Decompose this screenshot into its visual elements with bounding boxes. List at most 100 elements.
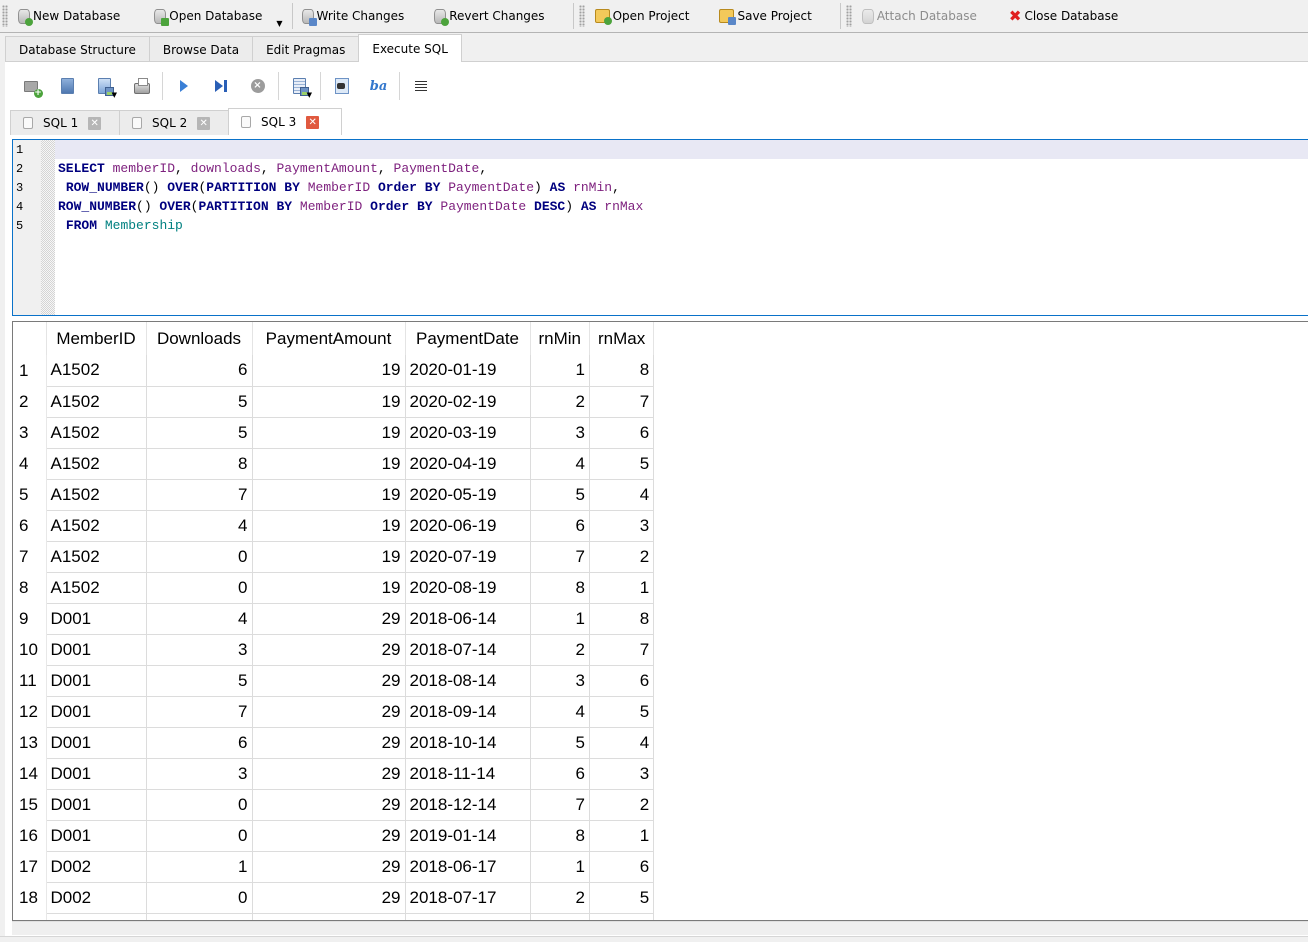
table-cell[interactable]: 19	[252, 572, 406, 604]
table-cell[interactable]: 2	[530, 386, 591, 418]
table-cell[interactable]: 29	[252, 851, 406, 883]
column-header-rnmin[interactable]: rnMin	[530, 322, 591, 355]
table-cell[interactable]: 5	[589, 448, 655, 480]
dropdown-arrow-icon[interactable]: ▼	[112, 91, 117, 99]
table-cell[interactable]: 2018-12-14	[405, 789, 531, 821]
table-cell[interactable]: 2	[589, 789, 655, 821]
table-row[interactable]: 1 A1502 6 19 2020-01-19 1 8	[13, 355, 655, 387]
code-line[interactable]: ROW_NUMBER() OVER(PARTITION BY MemberID …	[55, 178, 1308, 197]
table-cell[interactable]: 2020-04-19	[405, 448, 531, 480]
row-number[interactable]: 3	[13, 417, 47, 448]
table-cell[interactable]: A1502	[46, 479, 147, 511]
table-cell[interactable]: 19	[252, 417, 406, 449]
find-replace-button[interactable]: ba	[360, 71, 397, 101]
table-cell[interactable]: 1	[589, 820, 655, 852]
table-cell[interactable]: A1502	[46, 572, 147, 604]
grid-horizontal-scrollbar[interactable]	[12, 921, 1308, 935]
table-cell[interactable]: 1	[530, 851, 591, 883]
table-row[interactable]: 11 D001 5 29 2018-08-14 3 6	[13, 665, 655, 697]
row-number[interactable]: 2	[13, 386, 47, 417]
table-cell[interactable]: D001	[46, 634, 147, 666]
table-cell[interactable]: D002	[46, 882, 147, 914]
table-cell[interactable]: 2018-07-14	[405, 634, 531, 666]
table-cell[interactable]	[530, 913, 591, 920]
table-row[interactable]: 13 D001 6 29 2018-10-14 5 4	[13, 727, 655, 759]
toolbar-grip[interactable]	[845, 5, 852, 27]
table-cell[interactable]: 8	[530, 572, 591, 604]
table-cell[interactable]: 2018-09-14	[405, 696, 531, 728]
table-cell[interactable]: 5	[589, 696, 655, 728]
code-line[interactable]: FROM Membership	[55, 216, 1308, 235]
row-number[interactable]: 15	[13, 789, 47, 820]
table-cell[interactable]: D001	[46, 696, 147, 728]
toolbar-grip[interactable]	[578, 5, 585, 27]
table-cell[interactable]: 0	[146, 789, 253, 821]
table-cell[interactable]: 1	[146, 851, 253, 883]
row-number[interactable]: 14	[13, 758, 47, 789]
fold-margin[interactable]	[41, 140, 55, 315]
table-row[interactable]: 7 A1502 0 19 2020-07-19 7 2	[13, 541, 655, 573]
find-text-button[interactable]	[323, 71, 360, 101]
table-cell[interactable]: 29	[252, 634, 406, 666]
table-cell[interactable]: 8	[589, 603, 655, 635]
close-tab-icon[interactable]: ✕	[306, 115, 320, 129]
table-row[interactable]	[13, 913, 655, 920]
execute-current-line-button[interactable]	[202, 71, 239, 101]
tab-browse-data[interactable]: Browse Data	[148, 36, 254, 62]
table-cell[interactable]: 19	[252, 448, 406, 480]
save-project-button[interactable]: Save Project	[713, 3, 817, 29]
table-cell[interactable]: 0	[146, 882, 253, 914]
open-project-button[interactable]: Open Project	[589, 3, 696, 29]
table-row[interactable]: 14 D001 3 29 2018-11-14 6 3	[13, 758, 655, 790]
table-row[interactable]: 2 A1502 5 19 2020-02-19 2 7	[13, 386, 655, 418]
table-cell[interactable]: 6	[589, 417, 655, 449]
row-number[interactable]: 1	[13, 355, 47, 386]
table-cell[interactable]: D001	[46, 820, 147, 852]
row-number[interactable]: 4	[13, 448, 47, 479]
table-cell[interactable]: 6	[146, 727, 253, 759]
table-cell[interactable]: A1502	[46, 448, 147, 480]
column-header-paymentdate[interactable]: PaymentDate	[405, 322, 531, 355]
table-cell[interactable]: 7	[589, 634, 655, 666]
table-cell[interactable]: 5	[146, 665, 253, 697]
open-database-button[interactable]: Open Database ▼	[148, 3, 288, 29]
column-header-paymentamount[interactable]: PaymentAmount	[252, 322, 406, 355]
execute-all-button[interactable]	[165, 71, 202, 101]
code-area[interactable]: SELECT memberID, downloads, PaymentAmoun…	[55, 140, 1308, 315]
table-row[interactable]: 8 A1502 0 19 2020-08-19 8 1	[13, 572, 655, 604]
table-row[interactable]: 18 D002 0 29 2018-07-17 2 5	[13, 882, 655, 914]
table-cell[interactable]: 2018-10-14	[405, 727, 531, 759]
table-cell[interactable]: 1	[530, 355, 591, 387]
table-cell[interactable]: 29	[252, 603, 406, 635]
table-cell[interactable]: 3	[146, 634, 253, 666]
table-cell[interactable]: 3	[530, 417, 591, 449]
table-cell[interactable]: 7	[146, 696, 253, 728]
table-cell[interactable]: 2020-01-19	[405, 355, 531, 387]
table-cell[interactable]: 2018-08-14	[405, 665, 531, 697]
table-cell[interactable]: 2	[589, 541, 655, 573]
table-cell[interactable]: 29	[252, 758, 406, 790]
sql-editor[interactable]: 1 2 3 4 5 SELECT memberID, downloads, Pa…	[12, 139, 1308, 316]
table-cell[interactable]: D001	[46, 727, 147, 759]
toolbar-grip[interactable]	[2, 5, 8, 27]
table-cell[interactable]: A1502	[46, 355, 147, 387]
table-cell[interactable]: 2	[530, 634, 591, 666]
row-number[interactable]: 13	[13, 727, 47, 758]
open-sql-file-button[interactable]	[49, 71, 86, 101]
table-cell[interactable]: 7	[530, 541, 591, 573]
table-cell[interactable]: 5	[589, 882, 655, 914]
table-cell[interactable]: 1	[589, 572, 655, 604]
table-cell[interactable]: 2020-06-19	[405, 510, 531, 542]
row-number[interactable]: 7	[13, 541, 47, 572]
table-cell[interactable]	[589, 913, 655, 920]
table-cell[interactable]: D002	[46, 851, 147, 883]
table-row[interactable]: 9 D001 4 29 2018-06-14 1 8	[13, 603, 655, 635]
code-line[interactable]: ROW_NUMBER() OVER(PARTITION BY MemberID …	[55, 197, 1308, 216]
save-sql-file-button[interactable]: ▼	[86, 71, 123, 101]
table-cell[interactable]: 19	[252, 541, 406, 573]
table-cell[interactable]: A1502	[46, 417, 147, 449]
table-row[interactable]: 4 A1502 8 19 2020-04-19 4 5	[13, 448, 655, 480]
table-cell[interactable]	[13, 913, 47, 920]
table-cell[interactable]: 3	[146, 758, 253, 790]
results-grid[interactable]: MemberID Downloads PaymentAmount Payment…	[12, 321, 1308, 921]
